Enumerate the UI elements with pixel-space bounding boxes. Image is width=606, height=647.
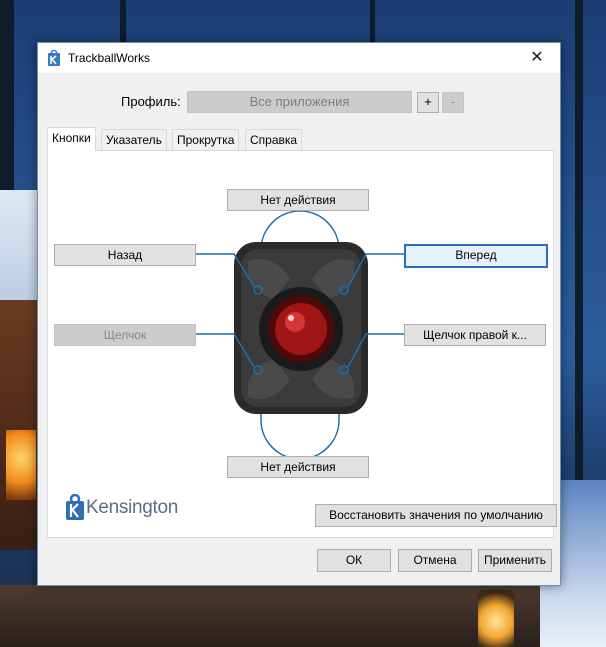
bottom-button-action[interactable]: Нет действия: [227, 456, 369, 478]
lower-right-button-action[interactable]: Щелчок правой к...: [404, 324, 546, 346]
trackballworks-window: TrackballWorks ✕ Профиль: Все приложения…: [37, 42, 561, 586]
remove-profile-button[interactable]: -: [442, 92, 464, 113]
kensington-brand-text: Kensington: [86, 497, 179, 518]
buttons-tab-panel: Нет действия Назад Вперед Щелчок Щелчок …: [47, 150, 557, 538]
tab-pointer[interactable]: Указатель: [101, 129, 167, 150]
add-profile-button[interactable]: +: [417, 92, 439, 113]
close-button[interactable]: ✕: [514, 43, 560, 73]
kensington-app-icon: [48, 50, 60, 66]
upper-right-button-action[interactable]: Вперед: [404, 244, 548, 268]
tab-scrolling[interactable]: Прокрутка: [172, 129, 240, 150]
title-bar[interactable]: TrackballWorks ✕: [38, 43, 560, 73]
profile-select[interactable]: Все приложения: [187, 91, 412, 113]
kensington-logo-icon: [66, 494, 84, 520]
lantern-image: [478, 590, 514, 647]
upper-left-button-action[interactable]: Назад: [54, 244, 196, 266]
window-title: TrackballWorks: [68, 51, 151, 65]
profile-label: Профиль:: [121, 94, 181, 109]
lower-left-button-action[interactable]: Щелчок: [54, 324, 196, 346]
cancel-button[interactable]: Отмена: [398, 549, 472, 572]
reset-defaults-button[interactable]: Восстановить значения по умолчанию: [315, 504, 557, 527]
top-button-action[interactable]: Нет действия: [227, 189, 369, 211]
apply-button[interactable]: Применить: [478, 549, 552, 572]
tab-buttons[interactable]: Кнопки: [47, 127, 96, 151]
tab-help[interactable]: Справка: [245, 129, 303, 150]
ok-button[interactable]: ОК: [317, 549, 391, 572]
